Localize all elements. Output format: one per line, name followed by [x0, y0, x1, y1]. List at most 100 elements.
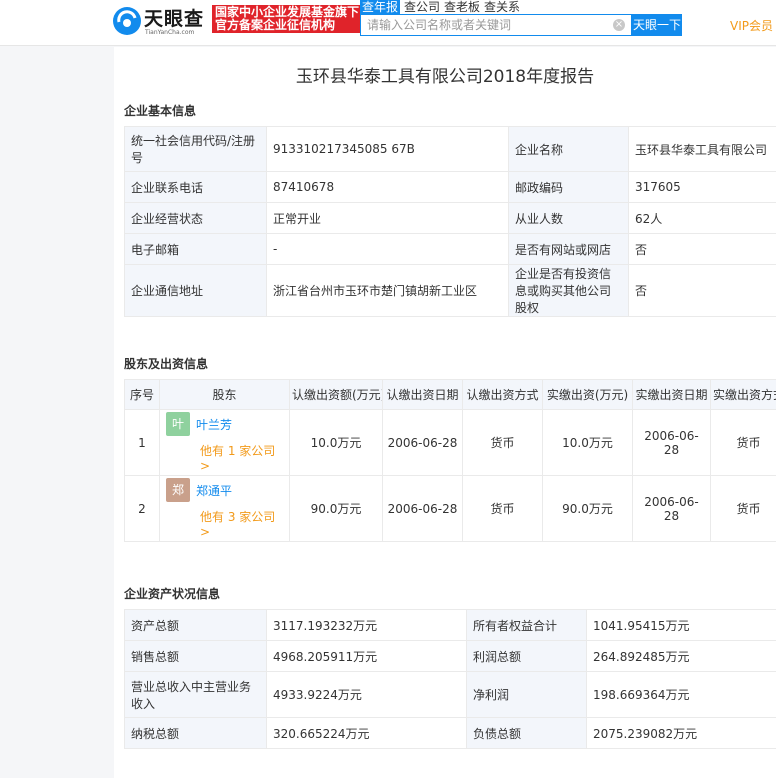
cell-value: 浙江省台州市玉环市楚门镇胡新工业区	[266, 264, 509, 317]
logo-text: 天眼查	[144, 8, 205, 30]
cell-value: 264.892485万元	[586, 640, 776, 672]
paid-method: 货币	[710, 475, 776, 542]
cell-value: 4933.9224万元	[266, 671, 467, 718]
cell-label: 企业名称	[508, 126, 629, 172]
table-row: 电子邮箱 - 是否有网站或网店 否	[124, 233, 776, 265]
avatar: 郑	[166, 478, 190, 502]
table-row: 企业经营状态 正常开业 从业人数 62人	[124, 202, 776, 234]
cell-label: 销售总额	[124, 640, 267, 672]
table-row: 纳税总额 320.665224万元 负债总额 2075.239082万元	[124, 717, 776, 749]
table-row: 企业通信地址 浙江省台州市玉环市楚门镇胡新工业区 企业是否有投资信息或购买其他公…	[124, 264, 776, 317]
paid-date: 2006-06-28	[632, 475, 711, 542]
tab-company[interactable]: 查公司	[404, 0, 440, 14]
cell-label: 净利润	[466, 671, 587, 718]
page-title: 玉环县华泰工具有限公司2018年度报告	[295, 67, 595, 87]
site-logo[interactable]: 天眼查 TianYanCha.com	[112, 4, 208, 40]
cell-value: 否	[628, 233, 776, 265]
cell-value: 62人	[628, 202, 776, 234]
shareholder-cell: 叶叶兰芳 他有 1 家公司 >	[159, 409, 290, 476]
search-type-tabs: 查年报 查公司 查老板 查关系	[360, 0, 524, 14]
search-button[interactable]: 天眼一下	[632, 14, 682, 36]
column-header: 认缴出资方式	[462, 379, 543, 410]
table-row: 企业联系电话 87410678 邮政编码 317605	[124, 171, 776, 203]
cell-value: 198.669364万元	[586, 671, 776, 718]
assets-table: 资产总额 3117.193232万元 所有者权益合计 1041.95415万元 …	[124, 609, 776, 749]
table-row: 资产总额 3117.193232万元 所有者权益合计 1041.95415万元	[124, 609, 776, 641]
cell-label: 企业是否有投资信息或购买其他公司股权	[508, 264, 629, 317]
cell-label: 营业总收入中主营业务收入	[124, 671, 267, 718]
top-header: 天眼查 TianYanCha.com 国家中小企业发展基金旗下 官方备案企业征信…	[0, 0, 776, 46]
shareholder-companies-link[interactable]: 他有 1 家公司 >	[200, 442, 285, 473]
cell-label: 企业经营状态	[124, 202, 267, 234]
cell-value: 否	[628, 264, 776, 317]
column-header: 股东	[159, 379, 290, 410]
shareholder-companies-link[interactable]: 他有 3 家公司 >	[200, 508, 285, 539]
cell-label: 从业人数	[508, 202, 629, 234]
row-number: 2	[124, 475, 160, 542]
shareholder-name-link[interactable]: 叶兰芳	[196, 418, 232, 432]
cell-label: 邮政编码	[508, 171, 629, 203]
cell-value: -	[266, 233, 509, 265]
shareholder-name-link[interactable]: 郑通平	[196, 484, 232, 498]
official-badge: 国家中小企业发展基金旗下 官方备案企业征信机构	[212, 5, 360, 33]
column-header: 序号	[124, 379, 160, 410]
column-header: 认缴出资日期	[382, 379, 463, 410]
paid-amount: 90.0万元	[542, 475, 633, 542]
table-row: 2 郑郑通平 他有 3 家公司 > 90.0万元 2006-06-28 货币 9…	[124, 475, 776, 542]
cell-label: 资产总额	[124, 609, 267, 641]
cell-label: 统一社会信用代码/注册号	[124, 126, 267, 172]
cell-label: 所有者权益合计	[466, 609, 587, 641]
cell-value: 317605	[628, 171, 776, 203]
paid-amount: 10.0万元	[542, 409, 633, 476]
assets-title: 企业资产状况信息	[124, 587, 221, 601]
column-header: 实缴出资方式	[710, 379, 776, 410]
cell-value: 320.665224万元	[266, 717, 467, 749]
cell-value: 1041.95415万元	[586, 609, 776, 641]
search-box: ×	[360, 14, 632, 36]
cell-value: 4968.205911万元	[266, 640, 467, 672]
vip-link[interactable]: VIP会员	[730, 17, 773, 34]
cell-value: 正常开业	[266, 202, 509, 234]
table-row: 营业总收入中主营业务收入 4933.9224万元 净利润 198.669364万…	[124, 671, 776, 718]
cell-label: 企业联系电话	[124, 171, 267, 203]
badge-line-2: 官方备案企业征信机构	[215, 18, 336, 32]
tab-relation[interactable]: 查关系	[484, 0, 520, 14]
cell-label: 电子邮箱	[124, 233, 267, 265]
clear-icon[interactable]: ×	[613, 19, 625, 31]
cell-label: 纳税总额	[124, 717, 267, 749]
column-header: 实缴出资日期	[632, 379, 711, 410]
shareholder-title: 股东及出资信息	[124, 357, 209, 371]
avatar: 叶	[166, 412, 190, 436]
table-header-row: 序号 股东 认缴出资额(万元) 认缴出资日期 认缴出资方式 实缴出资(万元) 实…	[124, 379, 776, 410]
table-row: 销售总额 4968.205911万元 利润总额 264.892485万元	[124, 640, 776, 672]
cell-value: 3117.193232万元	[266, 609, 467, 641]
subscribed-method: 货币	[462, 409, 543, 476]
row-number: 1	[124, 409, 160, 476]
logo-subtext: TianYanCha.com	[145, 29, 195, 36]
table-row: 统一社会信用代码/注册号 913310217345085 67B 企业名称 玉环…	[124, 126, 776, 172]
cell-label: 负债总额	[466, 717, 587, 749]
shareholder-table: 序号 股东 认缴出资额(万元) 认缴出资日期 认缴出资方式 实缴出资(万元) 实…	[124, 379, 776, 542]
table-row: 1 叶叶兰芳 他有 1 家公司 > 10.0万元 2006-06-28 货币 1…	[124, 409, 776, 476]
subscribed-method: 货币	[462, 475, 543, 542]
cell-value: 2075.239082万元	[586, 717, 776, 749]
subscribed-amount: 10.0万元	[289, 409, 383, 476]
logo-mark-icon	[113, 7, 141, 35]
cell-value: 913310217345085 67B	[266, 126, 509, 172]
cell-value: 玉环县华泰工具有限公司	[628, 126, 776, 172]
column-header: 认缴出资额(万元)	[289, 379, 383, 410]
report-content: 玉环县华泰工具有限公司2018年度报告 企业基本信息 统一社会信用代码/注册号 …	[114, 47, 776, 778]
column-header: 实缴出资(万元)	[542, 379, 633, 410]
cell-label: 企业通信地址	[124, 264, 267, 317]
basic-info-table: 统一社会信用代码/注册号 913310217345085 67B 企业名称 玉环…	[124, 126, 776, 317]
paid-method: 货币	[710, 409, 776, 476]
cell-value: 87410678	[266, 171, 509, 203]
cell-label: 是否有网站或网店	[508, 233, 629, 265]
tab-boss[interactable]: 查老板	[444, 0, 480, 14]
tab-annual-report[interactable]: 查年报	[360, 0, 401, 14]
cell-label: 利润总额	[466, 640, 587, 672]
subscribed-date: 2006-06-28	[382, 409, 463, 476]
shareholder-cell: 郑郑通平 他有 3 家公司 >	[159, 475, 290, 542]
paid-date: 2006-06-28	[632, 409, 711, 476]
search-input[interactable]	[361, 15, 601, 35]
